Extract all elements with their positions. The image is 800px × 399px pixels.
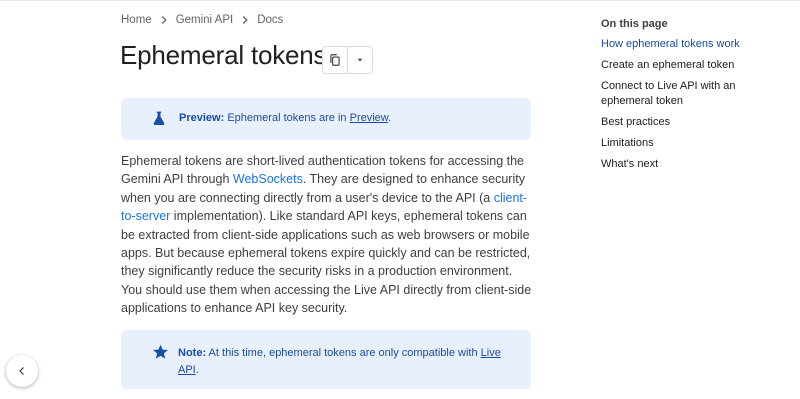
table-of-contents: On this page How ephemeral tokens work C… xyxy=(601,18,771,178)
preview-label: Preview: xyxy=(179,112,225,124)
note-callout: Note: At this time, ephemeral tokens are… xyxy=(121,330,531,389)
toc-item-create-an-ephemeral-token[interactable]: Create an ephemeral token xyxy=(601,58,771,73)
toc-item-best-practices[interactable]: Best practices xyxy=(601,115,771,130)
intro-paragraph: Ephemeral tokens are short-lived authent… xyxy=(121,152,534,318)
toc-item-limitations[interactable]: Limitations xyxy=(601,136,771,151)
breadcrumb-home[interactable]: Home xyxy=(121,14,152,26)
note-end: . xyxy=(195,364,199,376)
copy-options-dropdown-button[interactable] xyxy=(348,47,372,73)
breadcrumb-docs[interactable]: Docs xyxy=(257,14,283,26)
chevron-right-icon xyxy=(161,16,167,24)
chevron-left-icon xyxy=(19,367,24,375)
page-title: Ephemeral tokens xyxy=(120,40,327,70)
toc-item-connect-to-live-api[interactable]: Connect to Live API with an ephemeral to… xyxy=(601,79,771,109)
breadcrumb-gemini-api[interactable]: Gemini API xyxy=(176,14,234,26)
breadcrumb: Home Gemini API Docs xyxy=(121,13,283,27)
copy-page-button[interactable] xyxy=(323,47,347,73)
toc-item-how-ephemeral-tokens-work[interactable]: How ephemeral tokens work xyxy=(601,37,771,52)
chevron-right-icon xyxy=(243,16,248,24)
preview-end: . xyxy=(388,112,392,124)
note-text: At this time, ephemeral tokens are only … xyxy=(206,347,481,359)
intro-text-3: implementation). Like standard API keys,… xyxy=(121,209,532,316)
preview-text: Ephemeral tokens are in xyxy=(227,112,350,124)
top-divider xyxy=(0,0,800,1)
copy-icon xyxy=(330,54,340,66)
flask-icon xyxy=(152,110,166,129)
caret-down-icon xyxy=(357,58,363,62)
preview-link[interactable]: Preview xyxy=(350,112,389,124)
copy-page-button-group xyxy=(322,46,373,74)
preview-callout: Preview: Ephemeral tokens are in Preview… xyxy=(121,98,531,140)
toc-title: On this page xyxy=(601,18,668,30)
toc-item-whats-next[interactable]: What's next xyxy=(601,157,771,172)
star-icon xyxy=(152,344,169,366)
collapse-sidebar-button[interactable] xyxy=(6,355,38,387)
note-label: Note: xyxy=(178,347,207,359)
websockets-link[interactable]: WebSockets xyxy=(233,172,303,186)
